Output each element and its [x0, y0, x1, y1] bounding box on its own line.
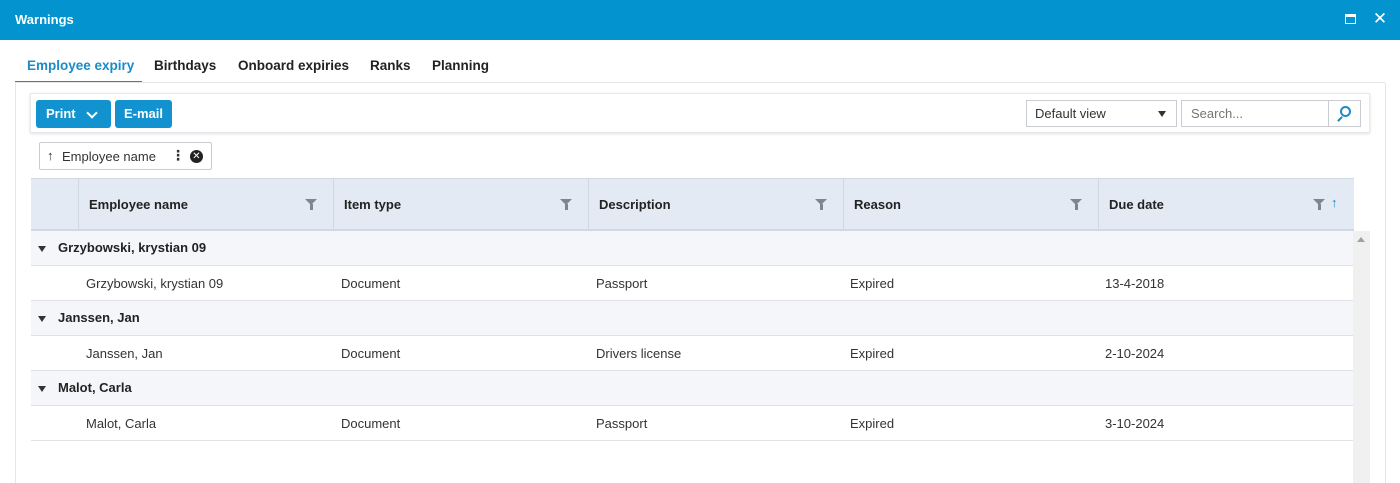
- cell-description: Drivers license: [596, 346, 682, 361]
- filter-icon[interactable]: [305, 199, 317, 210]
- grid-header: Employee name Item type Description Reas…: [31, 178, 1354, 231]
- filter-icon[interactable]: [1070, 199, 1082, 210]
- group-by-chip-label: Employee name: [62, 149, 156, 164]
- group-by-chip[interactable]: ↑ Employee name ⋮ ✕: [39, 142, 212, 170]
- window-title: Warnings: [15, 12, 74, 27]
- cell-item-type: Document: [341, 276, 401, 291]
- remove-circle-icon[interactable]: ✕: [190, 150, 203, 163]
- tab-onboard-expiries[interactable]: Onboard expiries: [238, 55, 349, 83]
- print-button-label: Print: [46, 106, 76, 121]
- window-titlebar: Warnings ✕: [0, 0, 1400, 40]
- collapse-triangle-icon[interactable]: [38, 316, 46, 322]
- sort-ascending-icon[interactable]: ↑: [47, 148, 54, 163]
- more-vertical-icon[interactable]: ⋮: [171, 148, 185, 162]
- filter-icon[interactable]: [560, 199, 572, 210]
- vertical-scrollbar[interactable]: [1353, 231, 1370, 483]
- cell-due-date: 3-10-2024: [1105, 416, 1165, 431]
- cell-employee-name: Grzybowski, krystian 09: [86, 276, 224, 291]
- scroll-up-arrow-icon[interactable]: [1357, 237, 1365, 242]
- cell-due-date: 2-10-2024: [1105, 346, 1165, 361]
- column-header-reason[interactable]: Reason: [843, 179, 1098, 230]
- cell-employee-name: Malot, Carla: [86, 416, 157, 431]
- cell-reason: Expired: [850, 416, 895, 431]
- group-row-label: Janssen, Jan: [58, 310, 140, 325]
- filter-icon[interactable]: [1313, 199, 1325, 210]
- sort-ascending-icon[interactable]: ↑: [1331, 195, 1338, 210]
- group-row[interactable]: Janssen, Jan: [31, 301, 1353, 336]
- group-row-label: Grzybowski, krystian 09: [58, 240, 207, 255]
- email-button[interactable]: E-mail: [115, 100, 172, 128]
- search-button[interactable]: [1328, 100, 1361, 127]
- cell-description: Passport: [596, 416, 648, 431]
- collapse-triangle-icon[interactable]: [38, 386, 46, 392]
- cell-reason: Expired: [850, 276, 895, 291]
- view-select-value: Default view: [1035, 106, 1106, 121]
- column-header-due-date[interactable]: Due date ↑: [1098, 179, 1353, 230]
- chevron-down-icon: [86, 107, 98, 119]
- cell-reason: Expired: [850, 346, 895, 361]
- tab-employee-expiry[interactable]: Employee expiry: [15, 55, 142, 83]
- search-input[interactable]: [1181, 100, 1329, 127]
- table-row[interactable]: Janssen, Jan Document Drivers license Ex…: [31, 336, 1353, 371]
- column-header-description[interactable]: Description: [588, 179, 843, 230]
- view-select[interactable]: Default view: [1026, 100, 1177, 127]
- table-row[interactable]: Grzybowski, krystian 09 Document Passpor…: [31, 266, 1353, 301]
- toolbar: Print E-mail Default view: [30, 93, 1370, 133]
- maximize-icon[interactable]: [1345, 14, 1356, 24]
- cell-description: Passport: [596, 276, 648, 291]
- dropdown-caret-icon: [1158, 111, 1166, 117]
- column-header-item-type[interactable]: Item type: [333, 179, 588, 230]
- column-header-employee-name[interactable]: Employee name: [78, 179, 333, 230]
- group-row[interactable]: Grzybowski, krystian 09: [31, 231, 1353, 266]
- tab-planning[interactable]: Planning: [432, 55, 489, 83]
- cell-item-type: Document: [341, 346, 401, 361]
- cell-item-type: Document: [341, 416, 401, 431]
- collapse-triangle-icon[interactable]: [38, 246, 46, 252]
- cell-due-date: 13-4-2018: [1105, 276, 1165, 291]
- table-row[interactable]: Malot, Carla Document Passport Expired 3…: [31, 406, 1353, 441]
- cell-employee-name: Janssen, Jan: [86, 346, 163, 361]
- print-button[interactable]: Print: [36, 100, 111, 128]
- tab-ranks[interactable]: Ranks: [370, 55, 411, 83]
- group-row-label: Malot, Carla: [58, 380, 132, 395]
- filter-icon[interactable]: [815, 199, 827, 210]
- grid-body: Grzybowski, krystian 09 Grzybowski, krys…: [31, 231, 1353, 483]
- group-row[interactable]: Malot, Carla: [31, 371, 1353, 406]
- search-icon: [1340, 106, 1351, 117]
- tab-birthdays[interactable]: Birthdays: [154, 55, 216, 83]
- close-icon[interactable]: ✕: [1371, 9, 1389, 29]
